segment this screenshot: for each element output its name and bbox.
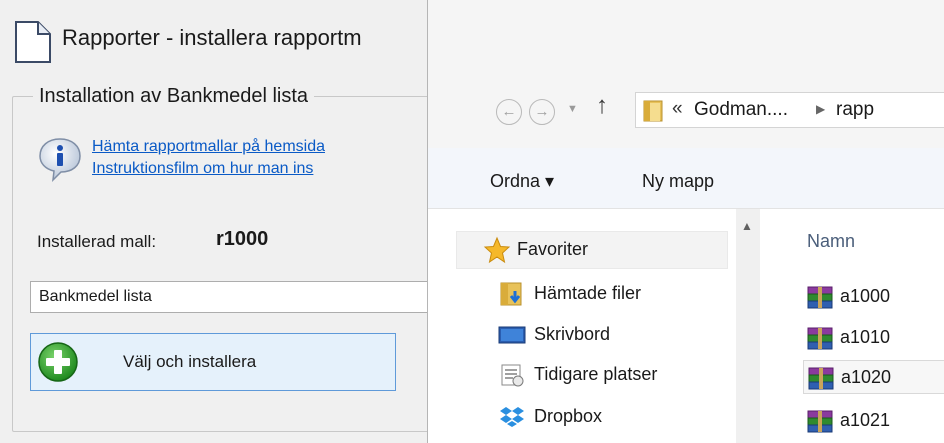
select-and-install-button[interactable]: Välj och installera (30, 333, 396, 391)
scroll-up-icon[interactable]: ▲ (741, 219, 753, 233)
instruction-video-link[interactable]: Instruktionsfilm om hur man ins (92, 160, 313, 178)
installed-template-value: r1000 (216, 228, 269, 250)
address-segment[interactable]: rapp (836, 99, 874, 121)
info-icon (39, 138, 81, 183)
archive-icon (807, 327, 833, 350)
nav-item-label: Tidigare platser (534, 364, 658, 384)
file-name: a1010 (840, 327, 891, 347)
navigation-bar: ← → ▼ ↑ « Godman.... ▶ rapp (428, 76, 944, 148)
folder-icon (643, 100, 663, 122)
file-row[interactable]: a1010 (803, 321, 944, 355)
nav-item-favorites[interactable]: Favoriter (456, 231, 728, 269)
report-install-window: Rapporter - installera rapportm Installa… (0, 0, 473, 443)
window-title: Rapporter - installera rapportm (62, 25, 362, 50)
install-button-label: Välj och installera (123, 352, 257, 371)
add-icon (38, 342, 78, 382)
chevron-down-icon[interactable]: ▼ (567, 103, 578, 115)
address-overflow-chevron[interactable]: « (672, 98, 683, 120)
installed-template-label: Installerad mall: (37, 232, 157, 251)
archive-icon (807, 410, 833, 433)
nav-item-label: Favoriter (517, 239, 589, 259)
address-segment[interactable]: Godman.... (694, 99, 788, 121)
file-list: Namn a1000 a1010 a1020 a1021 (763, 209, 944, 443)
dialog-titlebar (428, 0, 944, 76)
groupbox-title: Installation av Bankmedel lista (33, 85, 315, 108)
file-name: a1020 (841, 367, 892, 387)
file-row[interactable]: a1021 (803, 404, 944, 438)
nav-item-label: Dropbox (534, 406, 603, 426)
archive-icon (807, 286, 833, 309)
archive-icon (808, 367, 834, 390)
file-row[interactable]: a1000 (803, 280, 944, 314)
file-name: a1021 (840, 410, 891, 430)
desktop-icon (498, 326, 526, 344)
recent-places-icon (501, 364, 524, 387)
address-bar[interactable]: « Godman.... ▶ rapp (635, 92, 944, 128)
navigation-pane: Favoriter Hämtade filer Skrivbord Tidiga… (428, 209, 763, 443)
new-folder-button[interactable]: Ny mapp (642, 171, 714, 192)
document-icon (15, 21, 51, 63)
downloads-folder-icon (500, 282, 522, 306)
file-name: a1000 (840, 286, 891, 306)
file-row-selected[interactable]: a1020 (803, 360, 944, 394)
dialog-toolbar: Ordna ▾ Ny mapp (428, 148, 944, 209)
up-arrow-icon[interactable]: ↑ (596, 92, 608, 120)
column-header-name[interactable]: Namn (807, 231, 855, 252)
report-name-input[interactable] (30, 281, 470, 313)
nav-item-label: Hämtade filer (534, 283, 642, 303)
star-icon (483, 236, 511, 264)
back-arrow-icon[interactable]: ← (496, 99, 522, 125)
forward-arrow-icon[interactable]: → (529, 99, 555, 125)
nav-pane-scrollbar[interactable]: ▲ (736, 209, 760, 443)
organize-button[interactable]: Ordna ▾ (490, 171, 554, 192)
breadcrumb-separator-icon[interactable]: ▶ (816, 102, 825, 116)
dropbox-icon (500, 407, 524, 427)
nav-item-label: Skrivbord (534, 324, 611, 344)
download-templates-link[interactable]: Hämta rapportmallar på hemsida (92, 138, 325, 156)
file-dialog-window: ← → ▼ ↑ « Godman.... ▶ rapp Ordna ▾ Ny m… (427, 0, 944, 443)
